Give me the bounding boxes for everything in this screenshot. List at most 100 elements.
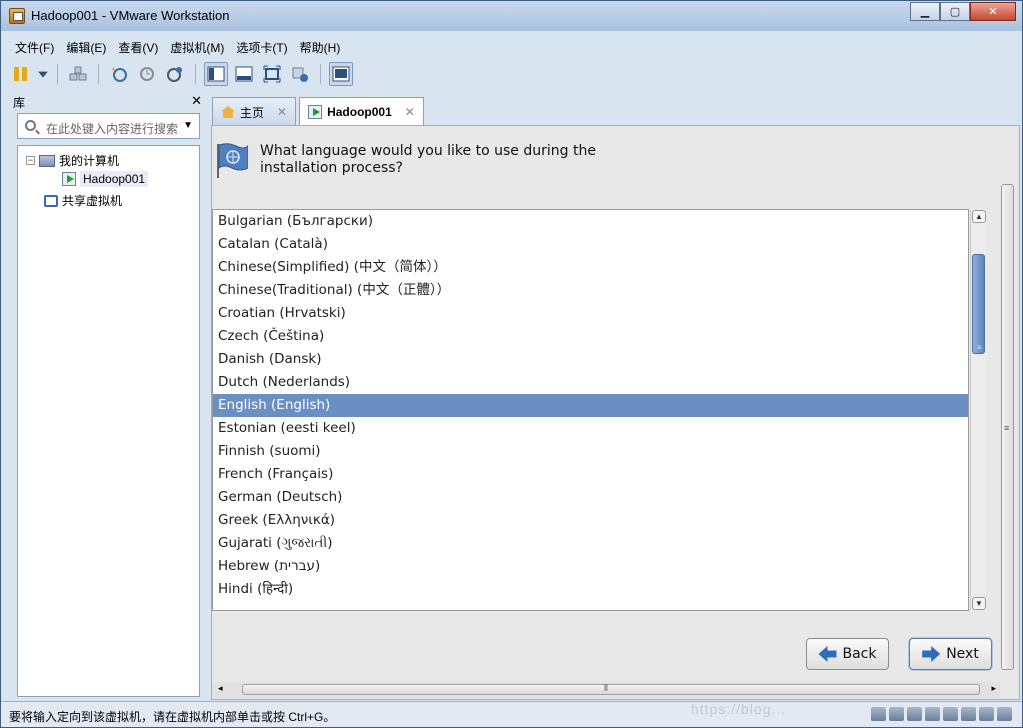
cd-rom-icon[interactable] [889,707,904,721]
vm-vertical-scrollbar[interactable]: ≡ [999,128,1015,672]
display-icon[interactable] [979,707,994,721]
language-option[interactable]: Bulgarian (Български) [213,210,968,233]
tree-item-vm[interactable]: Hadoop001 [62,171,149,187]
library-title: 库 [13,96,26,110]
language-option[interactable]: Gujarati (ગુજરાતી) [213,532,968,555]
vm-hscroll-thumb[interactable] [242,684,980,695]
vmware-app-icon [9,8,25,24]
usb-icon[interactable] [925,707,940,721]
language-option[interactable]: Czech (Čeština) [213,325,968,348]
menu-edit[interactable]: 编辑(E) [60,37,112,57]
installer-question: What language would you like to use duri… [260,143,596,176]
vm-running-icon [308,105,323,119]
language-list-scrollbar[interactable]: ▲ ≡ ▼ [970,210,986,610]
library-tree: − 我的计算机 Hadoop001 共享虚拟机 [17,145,200,697]
language-option[interactable]: Chinese(Simplified) (中文（简体）） [213,256,968,279]
language-option[interactable]: Finnish (suomi) [213,440,968,463]
menu-file[interactable]: 文件(F) [9,37,60,57]
console-view-icon[interactable] [329,62,353,86]
menu-bar: 文件(F) 编辑(E) 查看(V) 虚拟机(M) 选项卡(T) 帮助(H) [9,37,346,57]
pause-icon[interactable] [9,62,33,86]
home-icon [221,106,235,118]
scroll-down-icon[interactable]: ▼ [972,597,986,610]
thumbnail-bar-icon[interactable] [232,62,256,86]
menu-tabs[interactable]: 选项卡(T) [230,37,293,57]
language-option[interactable]: German (Deutsch) [213,486,968,509]
tab-close-icon[interactable]: ✕ [405,105,415,119]
printer-icon[interactable] [943,707,958,721]
vm-console[interactable]: What language would you like to use duri… [211,125,1020,700]
next-button[interactable]: Next [909,638,992,670]
tree-label-my-computer: 我的计算机 [59,154,120,168]
library-panel: 库 ✕ 在此处键入内容进行搜索 ▼ − 我的计算机 Hadoop001 共享虚拟… [9,91,206,699]
computer-icon [39,154,55,167]
shared-vm-icon [44,194,58,207]
chevron-down-icon[interactable]: ▼ [183,120,193,131]
tree-label-shared: 共享虚拟机 [62,194,123,208]
search-icon [25,120,36,131]
take-snapshot-icon[interactable] [107,62,131,86]
scroll-up-icon[interactable]: ▲ [972,210,986,223]
library-search-input[interactable]: 在此处键入内容进行搜索 ▼ [17,113,200,139]
hard-disk-icon[interactable] [871,707,886,721]
revert-snapshot-icon[interactable] [135,62,159,86]
maximize-button[interactable]: ▢ [940,2,970,21]
device-icons [871,707,1012,721]
tab-close-icon[interactable]: ✕ [277,105,287,119]
arrow-right-icon [922,646,941,662]
menu-vm[interactable]: 虚拟机(M) [164,37,230,57]
language-option[interactable]: Croatian (Hrvatski) [213,302,968,325]
snapshot-manager-icon[interactable] [163,62,187,86]
arrow-left-icon [818,646,837,662]
language-option[interactable]: Catalan (Català) [213,233,968,256]
vmware-window: Hadoop001 - VMware Workstation ▁ ▢ ✕ 文件(… [0,0,1023,728]
menu-view[interactable]: 查看(V) [112,37,164,57]
messages-icon[interactable] [997,707,1012,721]
tree-item-shared[interactable]: 共享虚拟机 [44,192,122,209]
language-option[interactable]: French (Français) [213,463,968,486]
tab-bar: 主页 ✕ Hadoop001 ✕ [212,97,424,126]
title-bar[interactable]: Hadoop001 - VMware Workstation ▁ ▢ ✕ [1,1,1022,31]
tab-hadoop001-label: Hadoop001 [327,105,392,119]
vm-horizontal-scrollbar[interactable]: ◂ ⦀ ▸ [212,682,1000,698]
tab-hadoop001[interactable]: Hadoop001 ✕ [299,97,424,126]
language-list[interactable]: Bulgarian (Български) Catalan (Català) Chi… [212,209,969,611]
language-option[interactable]: Dutch (Nederlands) [213,371,968,394]
toolbar [9,61,353,87]
scroll-left-icon[interactable]: ◂ [218,683,223,694]
sound-icon[interactable] [961,707,976,721]
tab-home[interactable]: 主页 ✕ [212,97,297,126]
library-close-icon[interactable]: ✕ [191,93,202,109]
language-option[interactable]: Greek (Ελληνικά) [213,509,968,532]
tree-label-vm: Hadoop001 [80,171,149,187]
status-text: 要将输入定向到该虚拟机，请在虚拟机内部单击或按 Ctrl+G。 [9,710,336,724]
language-option[interactable]: Estonian (eesti keel) [213,417,968,440]
watermark: https://blog... [691,701,787,717]
language-option[interactable]: English (English) [213,394,968,417]
language-option[interactable]: Chinese(Traditional) (中文（正體）） [213,279,968,302]
back-label: Back [842,646,877,662]
window-title: Hadoop001 - VMware Workstation [31,8,230,23]
network-icon[interactable] [907,707,922,721]
search-placeholder: 在此处键入内容进行搜索 [46,122,179,136]
tab-home-label: 主页 [240,105,265,120]
language-flag-icon [217,143,248,178]
vm-running-icon [62,172,76,186]
collapse-icon[interactable]: − [26,156,35,165]
language-option[interactable]: Hebrew (עברית) [213,555,968,578]
power-dropdown-icon[interactable] [37,62,49,86]
scroll-thumb[interactable]: ≡ [972,254,985,354]
scroll-right-icon[interactable]: ▸ [991,683,996,694]
unity-icon[interactable] [288,62,312,86]
next-label: Next [946,646,979,662]
minimize-button[interactable]: ▁ [910,2,940,21]
menu-help[interactable]: 帮助(H) [294,37,347,57]
close-button[interactable]: ✕ [970,2,1016,21]
language-option[interactable]: Hindi (हिन्दी) [213,578,968,601]
tree-item-my-computer[interactable]: − 我的计算机 [26,152,119,169]
back-button[interactable]: Back [806,638,889,670]
language-option[interactable]: Danish (Dansk) [213,348,968,371]
send-ctrl-alt-del-icon[interactable] [66,62,90,86]
full-screen-icon[interactable] [260,62,284,86]
show-library-icon[interactable] [204,62,228,86]
